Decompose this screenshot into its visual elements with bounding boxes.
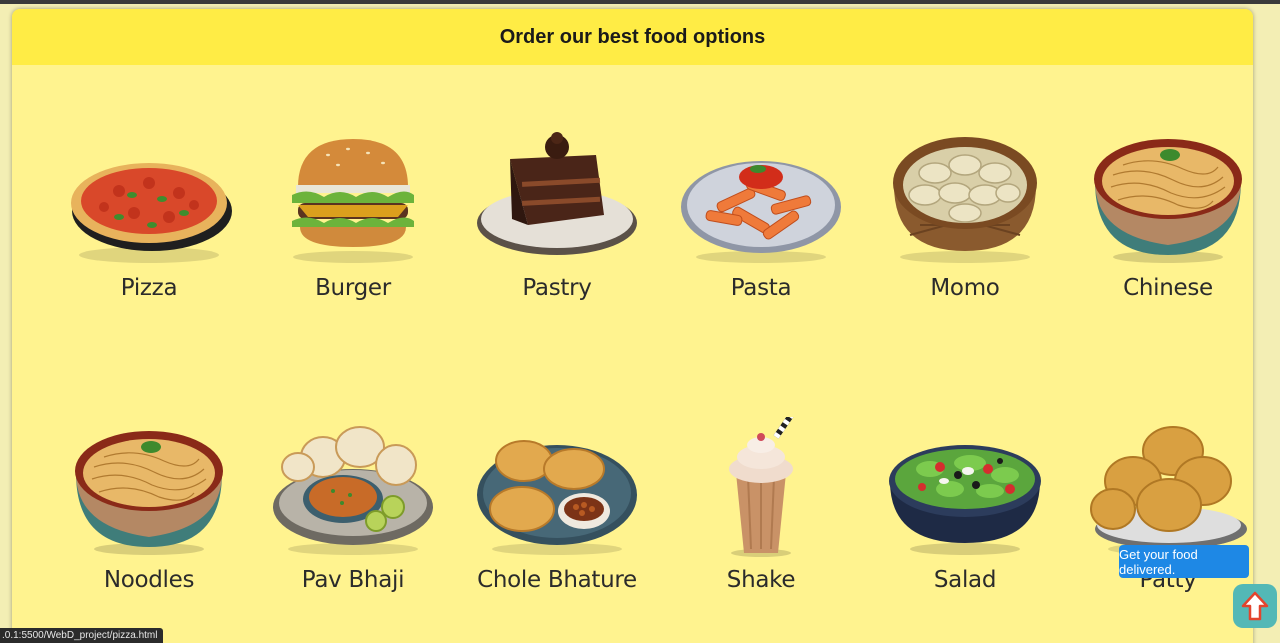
chole-bhature-icon: [477, 440, 637, 555]
noodles-icon: [75, 431, 223, 555]
chinese-icon: [1094, 139, 1242, 263]
food-label: Salad: [933, 567, 997, 593]
pizza-icon: [71, 163, 232, 263]
shake-icon: [729, 417, 794, 557]
momo-icon: [893, 137, 1037, 263]
food-label: Noodles: [103, 567, 195, 593]
food-item-salad[interactable]: Salad: [863, 417, 1067, 643]
food-label: Pizza: [120, 275, 178, 301]
food-item-momo[interactable]: Momo: [863, 125, 1067, 365]
food-item-noodles[interactable]: Noodles: [47, 417, 251, 643]
patty-icon: [1090, 426, 1247, 555]
food-options-panel: Order our best food options Pizza Burger…: [12, 9, 1253, 643]
arrow-up-icon: [1241, 591, 1269, 621]
pastry-icon: [477, 132, 637, 255]
scroll-to-top-button[interactable]: [1233, 584, 1277, 628]
food-item-pasta[interactable]: Pasta: [659, 125, 863, 365]
status-bar-url: .0.1:5500/WebD_project/pizza.html: [0, 628, 164, 643]
food-item-pav-bhaji[interactable]: Pav Bhaji: [251, 417, 455, 643]
food-item-patty[interactable]: Patty: [1066, 417, 1253, 643]
food-label: Pasta: [730, 275, 792, 301]
pav-bhaji-icon: [273, 426, 433, 555]
food-item-pastry[interactable]: Pastry: [455, 125, 659, 365]
food-label: Chole Bhature: [477, 567, 637, 593]
food-label: Shake: [726, 567, 796, 593]
delivery-tooltip[interactable]: Get your food delivered.: [1119, 545, 1249, 578]
food-label: Pastry: [522, 275, 592, 301]
browser-top-strip: [0, 0, 1280, 4]
food-label: Chinese: [1123, 275, 1213, 301]
burger-icon: [292, 139, 414, 263]
food-label: Burger: [315, 275, 391, 301]
pasta-icon: [681, 161, 841, 263]
salad-icon: [889, 445, 1041, 555]
food-item-chinese[interactable]: Chinese: [1066, 125, 1253, 365]
panel-header: Order our best food options: [12, 9, 1253, 65]
food-item-shake[interactable]: Shake: [659, 417, 863, 643]
food-item-burger[interactable]: Burger: [251, 125, 455, 365]
food-label: Pav Bhaji: [301, 567, 405, 593]
page-title: Order our best food options: [499, 25, 766, 48]
food-item-chole-bhature[interactable]: Chole Bhature: [455, 417, 659, 643]
food-item-pizza[interactable]: Pizza: [47, 125, 251, 365]
food-label: Momo: [930, 275, 1000, 301]
